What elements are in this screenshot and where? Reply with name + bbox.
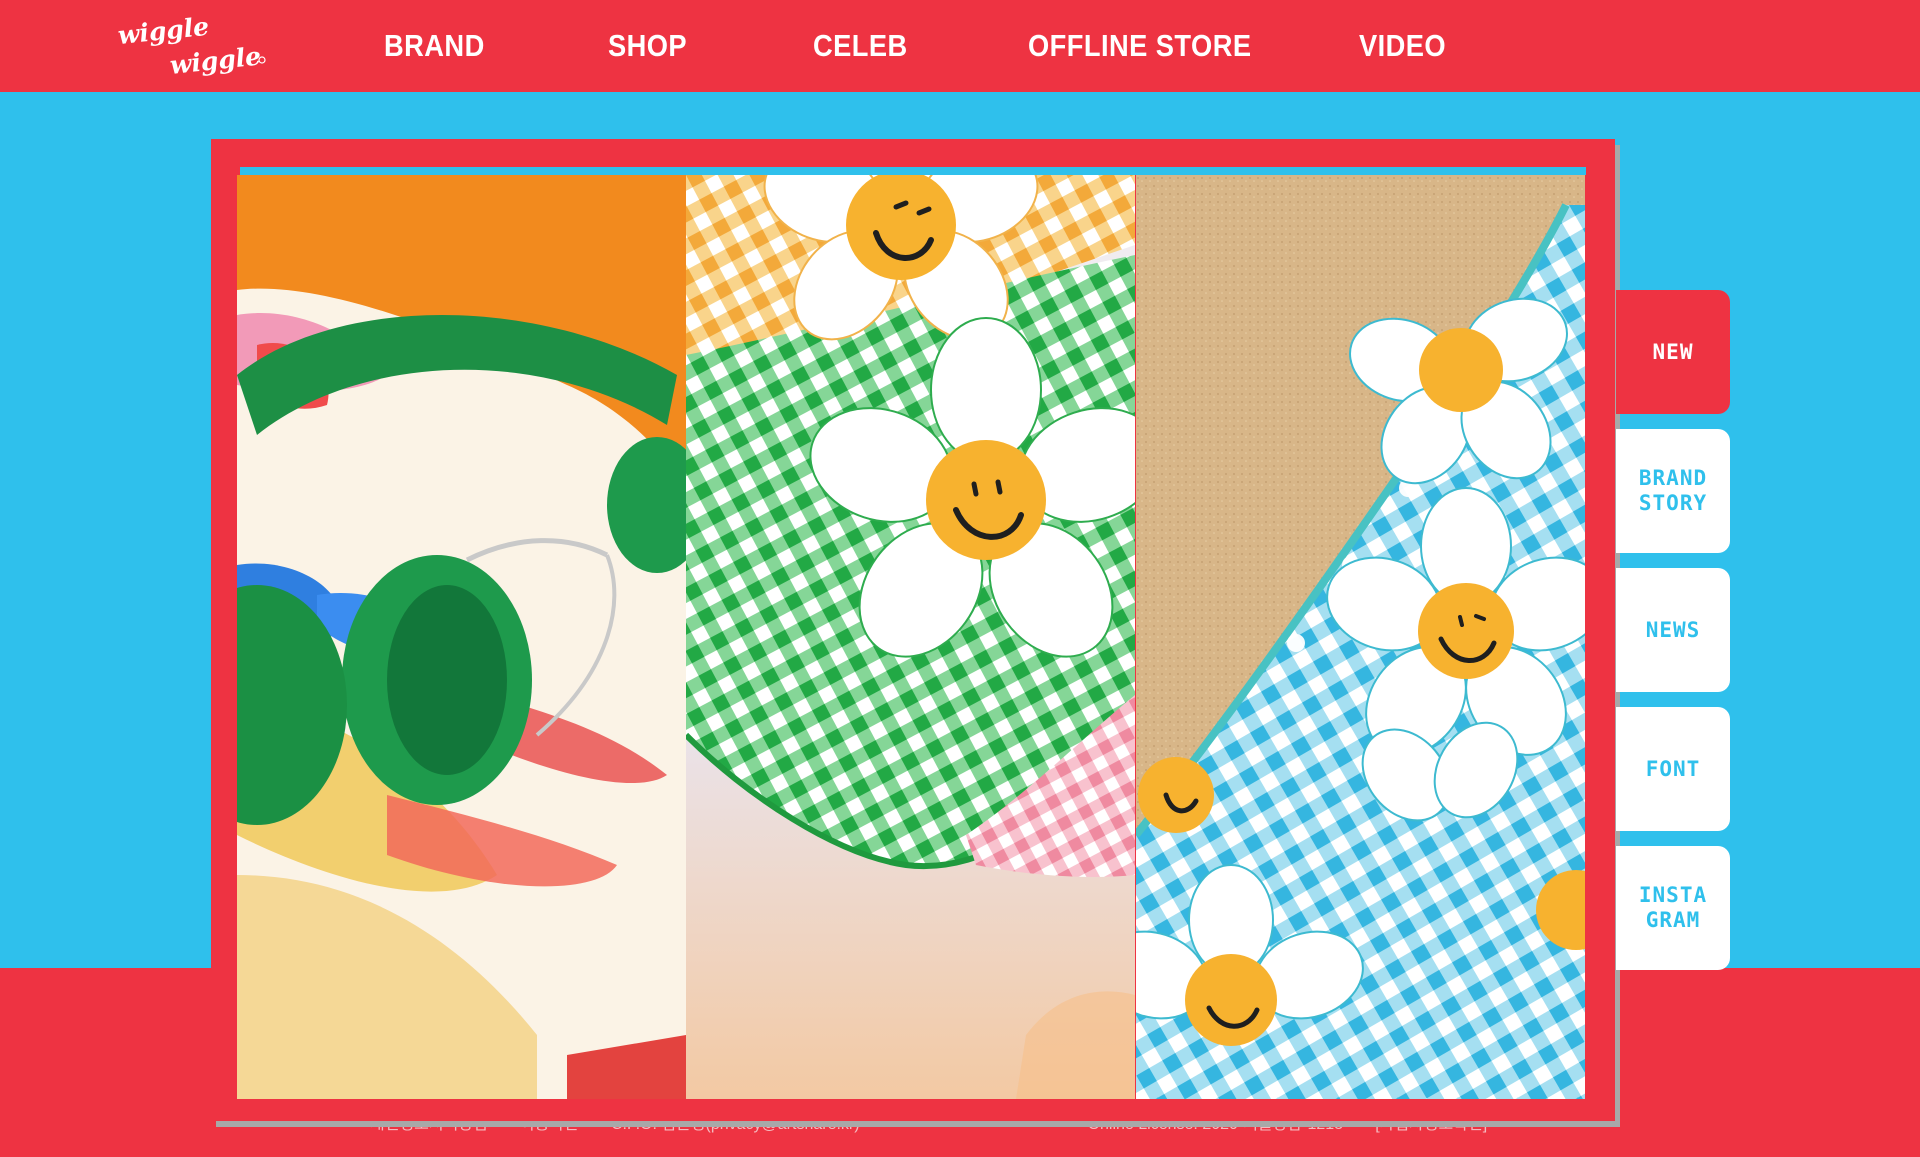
side-tab-new[interactable]: NEW bbox=[1616, 290, 1730, 414]
gallery-image-headphones[interactable] bbox=[237, 175, 686, 1099]
svg-text:wiggle: wiggle bbox=[168, 42, 262, 78]
side-tab-font-label: FONT bbox=[1645, 756, 1701, 781]
side-tab-news-label: NEWS bbox=[1645, 617, 1701, 642]
side-tab-new-label: NEW bbox=[1652, 339, 1694, 364]
side-tab-news[interactable]: NEWS bbox=[1616, 568, 1730, 692]
svg-text:wiggle: wiggle bbox=[118, 14, 210, 50]
gallery-image-umbrella[interactable] bbox=[686, 175, 1135, 1099]
nav-brand[interactable]: BRAND bbox=[384, 28, 485, 64]
frame-inner-accent bbox=[240, 167, 1586, 175]
side-tab-instagram[interactable]: INSTA GRAM bbox=[1616, 846, 1730, 970]
side-tab-brand-story-label: BRAND STORY bbox=[1638, 466, 1708, 515]
nav-celeb[interactable]: CELEB bbox=[813, 28, 908, 64]
top-nav-bar: wiggle wiggle BRAND SHOP CELEB OFFLINE S… bbox=[0, 0, 1920, 92]
side-tab-font[interactable]: FONT bbox=[1616, 707, 1730, 831]
nav-offline-store[interactable]: OFFLINE STORE bbox=[1028, 28, 1251, 64]
gallery-image-beach-towel[interactable] bbox=[1136, 175, 1585, 1099]
side-tab-brand-story[interactable]: BRAND STORY bbox=[1616, 429, 1730, 553]
side-tab-instagram-label: INSTA GRAM bbox=[1638, 883, 1708, 932]
wiggle-wiggle-logo[interactable]: wiggle wiggle bbox=[116, 12, 268, 80]
nav-shop[interactable]: SHOP bbox=[608, 28, 687, 64]
nav-video[interactable]: VIDEO bbox=[1359, 28, 1446, 64]
